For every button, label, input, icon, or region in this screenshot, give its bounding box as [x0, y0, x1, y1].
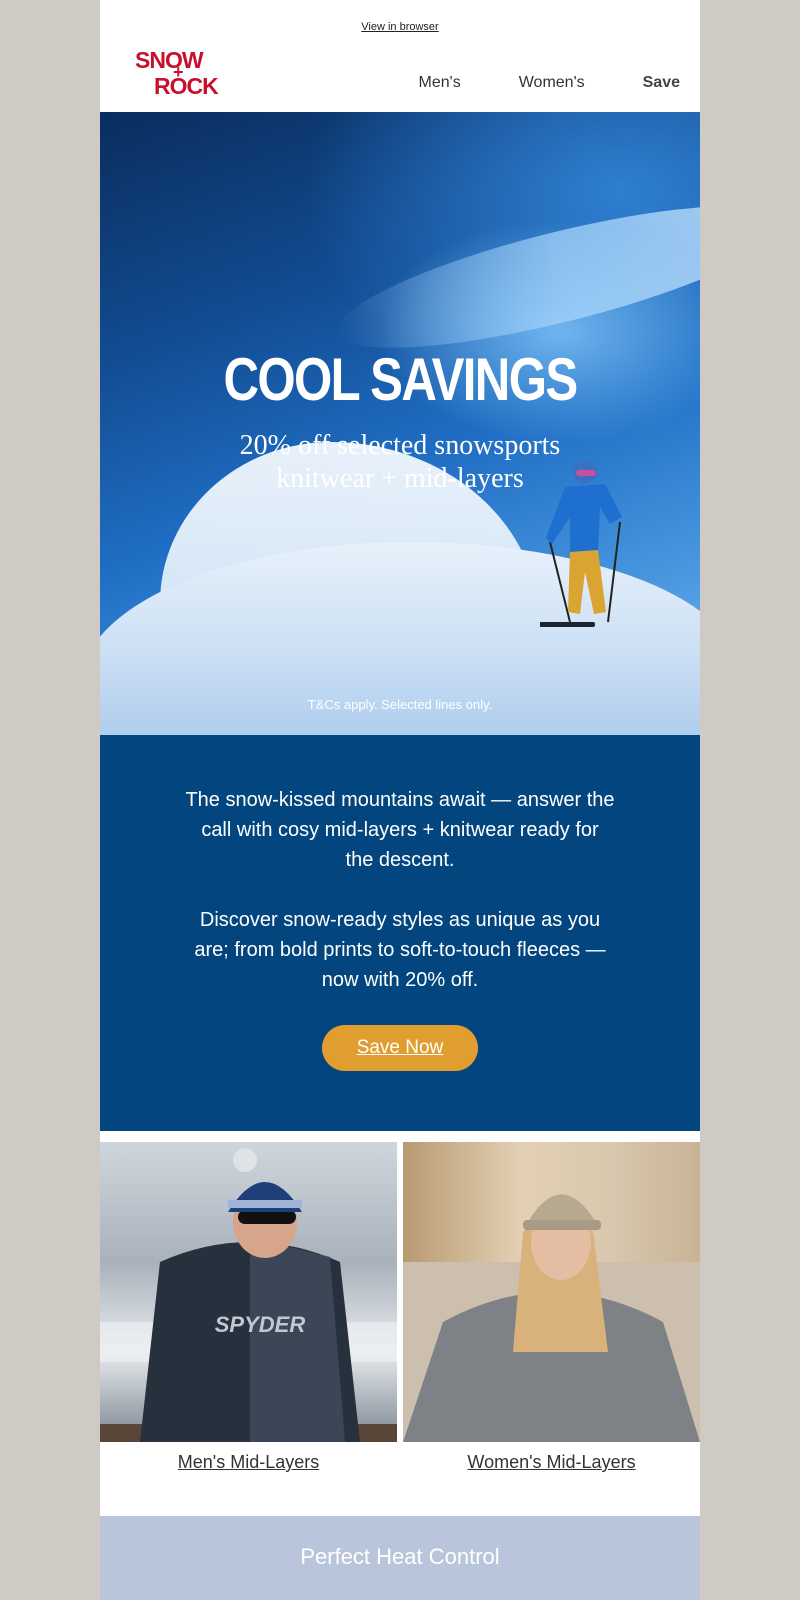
hero-subtitle: 20% off selected snowsports knitwear + m…	[100, 429, 700, 495]
logo-line1: SNOW	[135, 47, 204, 73]
intro-paragraph-1: The snow-kissed mountains await — answer…	[185, 789, 615, 871]
womens-midlayer-image[interactable]	[403, 1142, 700, 1442]
logo-line2: ROCK	[154, 73, 219, 99]
jacket-brand-print: SPYDER	[215, 1312, 306, 1337]
mens-midlayer-image[interactable]: SPYDER	[100, 1142, 397, 1442]
hero-terms: T&Cs apply. Selected lines only.	[307, 697, 493, 712]
view-in-browser-link[interactable]: View in browser	[100, 21, 700, 33]
intro-paragraph-2: Discover snow-ready styles as unique as …	[194, 909, 606, 991]
hero-subtitle-line1: 20% off selected snowsports	[239, 430, 561, 461]
email-container: View in browser SNOW + ROCK Men's Women'…	[100, 0, 700, 1600]
hero-banner[interactable]: COOL SAVINGS 20% off selected snowsports…	[100, 112, 700, 735]
perfect-heat-band: Perfect Heat Control	[100, 1516, 700, 1600]
hero-subtitle-line2: knitwear + mid-layers	[276, 463, 524, 494]
mens-figure: SPYDER	[100, 1148, 397, 1442]
nav-save[interactable]: Save	[643, 74, 680, 92]
mens-midlayers-link[interactable]: Men's Mid-Layers	[100, 1452, 397, 1473]
hero-title: COOL SAVINGS	[223, 346, 578, 413]
perfect-heat-title: Perfect Heat Control	[300, 1544, 500, 1569]
nav-mens[interactable]: Men's	[419, 74, 461, 92]
intro-block: The snow-kissed mountains await — answer…	[100, 735, 700, 1131]
nav-womens[interactable]: Women's	[519, 74, 585, 92]
save-now-button[interactable]: Save Now	[322, 1025, 478, 1071]
womens-midlayers-link[interactable]: Women's Mid-Layers	[403, 1452, 700, 1473]
snow-rock-logo[interactable]: SNOW + ROCK	[135, 47, 230, 100]
womens-figure	[403, 1194, 700, 1442]
top-nav: Men's Women's Save	[361, 74, 680, 92]
